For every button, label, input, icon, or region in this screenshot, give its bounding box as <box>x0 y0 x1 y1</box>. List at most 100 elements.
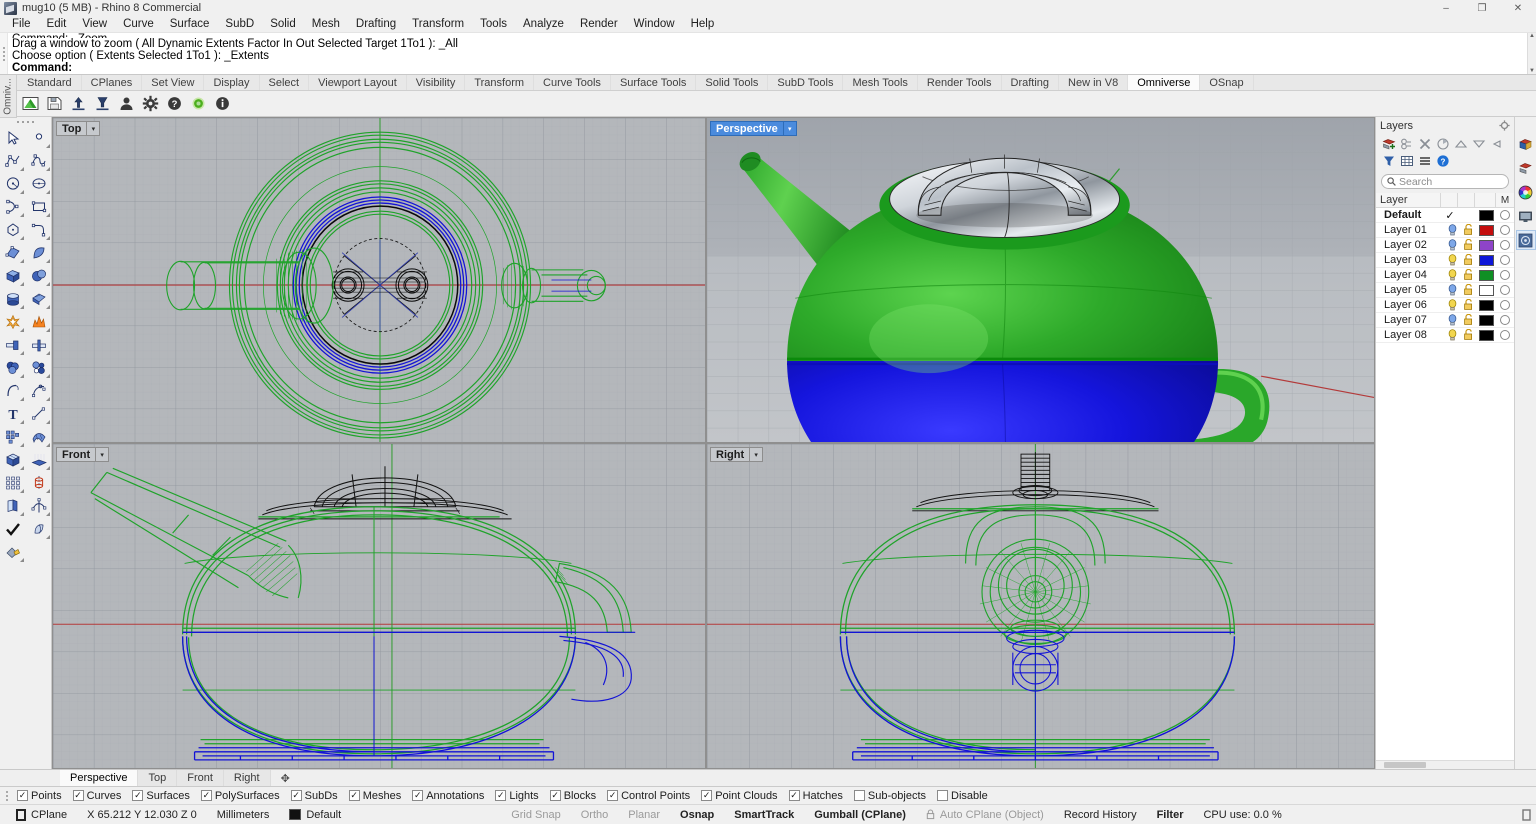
cap-planar-holes-icon[interactable] <box>27 517 51 540</box>
menu-transform[interactable]: Transform <box>404 17 472 31</box>
material-toggle[interactable] <box>1496 300 1514 310</box>
toggle-ortho[interactable]: Ortho <box>571 809 619 821</box>
visibility-bulb-icon[interactable] <box>1444 239 1460 251</box>
layer-name[interactable]: Layer 03 <box>1376 254 1444 266</box>
menu-view[interactable]: View <box>74 17 115 31</box>
duplicate-layer-icon[interactable] <box>1434 136 1451 152</box>
command-prompt-label[interactable]: Command: <box>12 62 1523 74</box>
layer-name[interactable]: Layer 05 <box>1376 284 1444 296</box>
layer-search[interactable] <box>1381 174 1509 189</box>
omniverse-panel-icon[interactable] <box>1517 231 1535 249</box>
table-row[interactable]: Layer 06 <box>1376 298 1514 313</box>
move-layer-up-icon[interactable] <box>1452 136 1469 152</box>
about-info-icon[interactable] <box>210 92 234 116</box>
boolean-split-icon[interactable] <box>27 356 51 379</box>
toggle-osnap[interactable]: Osnap <box>670 809 724 821</box>
lock-toggle-icon[interactable] <box>1460 224 1476 236</box>
filter-surfaces[interactable]: ✓ Surfaces <box>132 790 196 802</box>
filter-curves[interactable]: ✓ Curves <box>73 790 129 802</box>
visibility-bulb-icon[interactable] <box>1444 284 1460 296</box>
viewport-perspective-label[interactable]: Perspective ▾ <box>710 121 797 136</box>
table-row[interactable]: Layer 07 <box>1376 313 1514 328</box>
layer-list-icon[interactable] <box>1416 153 1433 169</box>
revolve-icon[interactable] <box>27 471 51 494</box>
layer-name[interactable]: Layer 06 <box>1376 299 1444 311</box>
extrude-surface-icon[interactable] <box>27 448 51 471</box>
current-layer-indicator[interactable]: Default <box>279 809 351 821</box>
scroll-down-arrow[interactable]: ▼ <box>1529 68 1535 74</box>
viewport-tab-perspective[interactable]: Perspective <box>60 770 138 786</box>
import-down-icon[interactable] <box>90 92 114 116</box>
properties-icon[interactable] <box>1517 135 1535 153</box>
material-toggle[interactable] <box>1496 240 1514 250</box>
toolbar-tab-standard[interactable]: Standard <box>18 75 82 90</box>
curve-from-objects-icon[interactable] <box>27 379 51 402</box>
checkbox[interactable]: ✓ <box>412 790 423 801</box>
toggle-grid-snap[interactable]: Grid Snap <box>501 809 571 821</box>
checkbox[interactable]: ✓ <box>291 790 302 801</box>
select-objects-icon[interactable] <box>1488 136 1505 152</box>
visibility-bulb-icon[interactable] <box>1444 329 1460 341</box>
maximize-button[interactable]: ❐ <box>1464 0 1500 16</box>
close-button[interactable]: ✕ <box>1500 0 1536 16</box>
toolbar-tab-solid-tools[interactable]: Solid Tools <box>696 75 768 90</box>
visibility-bulb-icon[interactable] <box>1444 254 1460 266</box>
material-toggle[interactable] <box>1496 255 1514 265</box>
filter-blocks[interactable]: ✓ Blocks <box>550 790 603 802</box>
command-history[interactable]: Command: _Zoom Drag a window to zoom ( A… <box>8 33 1527 74</box>
table-row[interactable]: Layer 02 <box>1376 238 1514 253</box>
explode-icon[interactable] <box>1 310 25 333</box>
split-icon[interactable] <box>27 333 51 356</box>
layer-color-swatch[interactable] <box>1476 255 1496 266</box>
toolbar-tab-mesh-tools[interactable]: Mesh Tools <box>843 75 917 90</box>
checkbox[interactable]: ✓ <box>789 790 800 801</box>
left-toolbar-grip[interactable] <box>17 121 34 123</box>
surface-edge-curves-icon[interactable] <box>1 241 25 264</box>
boolean-difference-icon[interactable] <box>27 310 51 333</box>
menu-curve[interactable]: Curve <box>115 17 162 31</box>
trim-icon[interactable] <box>1 333 25 356</box>
menu-drafting[interactable]: Drafting <box>348 17 404 31</box>
docked-toolbar-tab-omniverse[interactable]: Omniv... <box>0 75 17 118</box>
array-icon[interactable] <box>1 425 25 448</box>
layers-panel-icon[interactable] <box>1517 159 1535 177</box>
lock-toggle-icon[interactable] <box>1460 269 1476 281</box>
checkbox[interactable] <box>937 790 948 801</box>
layer-color-swatch[interactable] <box>1476 330 1496 341</box>
menu-file[interactable]: File <box>4 17 39 31</box>
menu-surface[interactable]: Surface <box>162 17 218 31</box>
checkbox[interactable]: ✓ <box>550 790 561 801</box>
toolbar-tab-select[interactable]: Select <box>260 75 310 90</box>
layer-color-swatch[interactable] <box>1476 300 1496 311</box>
settings-gear-icon[interactable] <box>138 92 162 116</box>
layer-color-swatch[interactable] <box>1476 240 1496 251</box>
filter-polysurfaces[interactable]: ✓ PolySurfaces <box>201 790 287 802</box>
layer-color-swatch[interactable] <box>1476 315 1496 326</box>
filter-subds[interactable]: ✓ SubDs <box>291 790 345 802</box>
rectangle-icon[interactable] <box>27 195 51 218</box>
viewport-right-label[interactable]: Right ▾ <box>710 447 763 462</box>
new-sublayer-icon[interactable] <box>1398 136 1415 152</box>
box-icon[interactable] <box>1 264 25 287</box>
solid-union-icon[interactable] <box>27 287 51 310</box>
material-toggle[interactable] <box>1496 270 1514 280</box>
chevron-down-icon[interactable]: ▾ <box>749 448 762 461</box>
connection-status-icon[interactable] <box>186 92 210 116</box>
window-resize-grip[interactable] <box>1521 809 1533 821</box>
menu-window[interactable]: Window <box>626 17 683 31</box>
curve-interpolate-icon[interactable] <box>27 149 51 172</box>
filter-sub-objects[interactable]: Sub-objects <box>854 790 933 802</box>
cube-mesh-icon[interactable] <box>1 448 25 471</box>
layer-name[interactable]: Layer 08 <box>1376 329 1444 341</box>
text-object-icon[interactable]: T <box>1 402 25 425</box>
color-wheel-icon[interactable] <box>1517 183 1535 201</box>
export-up-icon[interactable] <box>66 92 90 116</box>
ellipse-icon[interactable] <box>27 172 51 195</box>
filter-meshes[interactable]: ✓ Meshes <box>349 790 409 802</box>
toolbar-tab-new-in-v8[interactable]: New in V8 <box>1059 75 1128 90</box>
display-monitor-icon[interactable] <box>1517 207 1535 225</box>
new-layer-icon[interactable] <box>1380 136 1397 152</box>
command-area-grip[interactable] <box>0 33 8 74</box>
fillet-curve-icon[interactable] <box>27 218 51 241</box>
toolbar-tab-cplanes[interactable]: CPlanes <box>82 75 143 90</box>
